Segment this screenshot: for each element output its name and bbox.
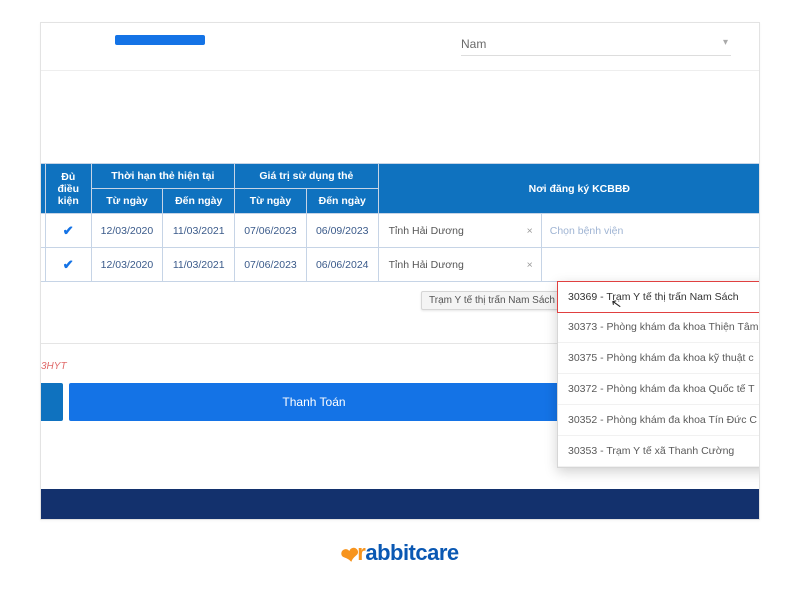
- brand-logo: ❤rabbitcare: [0, 540, 800, 566]
- cell-date: 12/03/2020: [91, 214, 163, 248]
- table-row: 3 ✔ 12/03/2020 11/03/2021 07/06/2023 06/…: [40, 214, 760, 248]
- dropdown-option[interactable]: 30372 - Phòng khám đa khoa Quốc tế T: [558, 374, 760, 405]
- logo-text-rest: abbitcare: [365, 540, 458, 565]
- col-group-use: Giá trị sử dụng thẻ: [235, 164, 379, 189]
- table-row: ) ✔ 12/03/2020 11/03/2021 07/06/2023 06/…: [40, 248, 760, 282]
- col-group-current: Thời hạn thẻ hiện tại: [91, 164, 235, 189]
- province-select[interactable]: Tỉnh Hải Dương ×: [378, 248, 541, 282]
- cell-date: 06/06/2024: [306, 248, 378, 282]
- col-from: Từ ngày: [91, 189, 163, 214]
- dropdown-option[interactable]: 30352 - Phòng khám đa khoa Tín Đức C: [558, 405, 760, 436]
- dropdown-option[interactable]: 30375 - Phòng khám đa khoa kỹ thuật c: [558, 343, 760, 374]
- dropdown-option[interactable]: 30373 - Phòng khám đa khoa Thiện Tâm: [558, 312, 760, 343]
- province-value: Tỉnh Hải Dương: [389, 259, 464, 271]
- footer-small-box[interactable]: [40, 383, 63, 421]
- province-select[interactable]: Tỉnh Hải Dương ×: [378, 214, 541, 248]
- hospital-dropdown[interactable]: 30369 - Trạm Y tế thị trấn Nam Sách 3037…: [557, 281, 760, 468]
- hospital-select[interactable]: [541, 248, 760, 282]
- insurance-table: Đủ điều kiện Thời hạn thẻ hiện tại Giá t…: [40, 163, 760, 282]
- col-eligible: Đủ điều kiện: [45, 164, 91, 214]
- divider: [40, 343, 559, 344]
- clear-icon[interactable]: ×: [527, 259, 533, 271]
- pay-button[interactable]: Thanh Toán: [69, 383, 559, 421]
- redacted-field: [115, 35, 205, 45]
- tooltip: Trạm Y tế thị trấn Nam Sách: [421, 291, 563, 310]
- hospital-select[interactable]: Chọn bệnh viện: [541, 214, 760, 248]
- cell-date: 12/03/2020: [91, 248, 163, 282]
- dropdown-option[interactable]: 30369 - Trạm Y tế thị trấn Nam Sách: [557, 281, 760, 313]
- cell-date: 11/03/2021: [163, 248, 235, 282]
- col-kcbbd: Nơi đăng ký KCBBĐ: [378, 164, 760, 214]
- gender-select-value[interactable]: Nam: [461, 37, 486, 51]
- cell-date: 07/06/2023: [235, 248, 307, 282]
- cell-date: 11/03/2021: [163, 214, 235, 248]
- cell-date: 07/06/2023: [235, 214, 307, 248]
- gender-select-underline: [461, 55, 731, 56]
- col-to: Đến ngày: [306, 189, 378, 214]
- footer-bar: [41, 489, 759, 519]
- col-from: Từ ngày: [235, 189, 307, 214]
- check-icon: ✔: [45, 214, 91, 248]
- error-text: 3HYT: [41, 361, 67, 372]
- col-to: Đến ngày: [163, 189, 235, 214]
- check-icon: ✔: [45, 248, 91, 282]
- cell-date: 06/09/2023: [306, 214, 378, 248]
- dropdown-option[interactable]: 30353 - Trạm Y tế xã Thanh Cường: [558, 436, 760, 467]
- clear-icon[interactable]: ×: [527, 225, 533, 237]
- province-value: Tỉnh Hải Dương: [389, 225, 464, 237]
- chevron-down-icon[interactable]: ▾: [723, 37, 728, 48]
